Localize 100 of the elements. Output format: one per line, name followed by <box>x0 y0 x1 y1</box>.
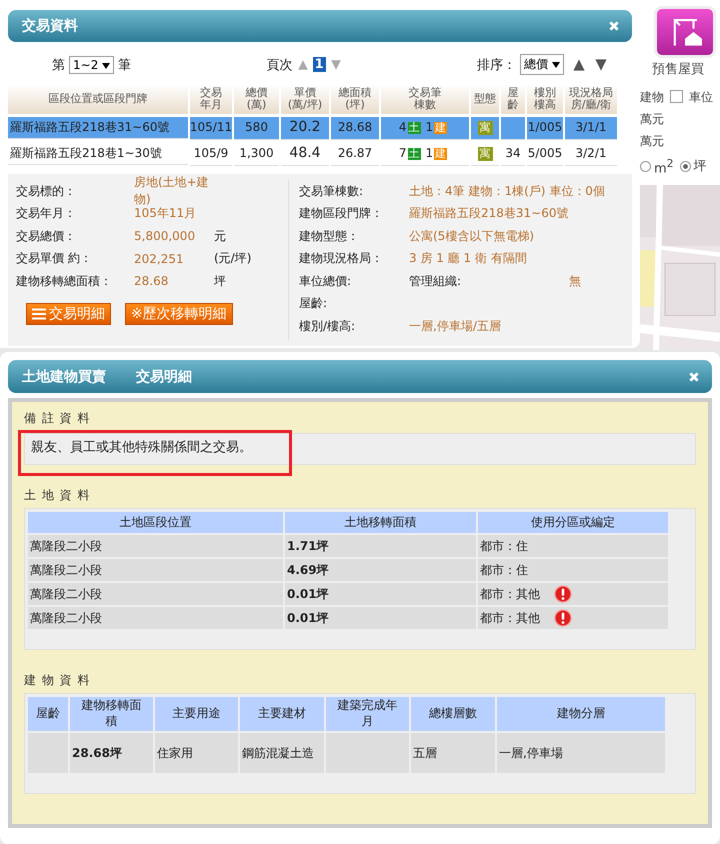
building-count: 1 <box>426 121 434 135</box>
column-header: 土地區段位置 <box>28 512 283 533</box>
detail-value: 5,800,000 <box>134 229 196 244</box>
table-cell: 萬隆段二小段 <box>28 607 283 629</box>
close-icon[interactable] <box>608 20 620 32</box>
detail-label: 建物區段門牌： <box>299 205 384 222</box>
section-heading: 備 註 資 料 <box>24 410 92 427</box>
detail-unit: (元/坪) <box>214 250 252 268</box>
detail-value: 無 <box>569 272 581 290</box>
sort-descending-icon[interactable] <box>594 58 608 72</box>
table-cell: 萬隆段二小段 <box>28 535 283 557</box>
table-cell[interactable]: 羅斯福路五段218巷1~30號 <box>8 143 188 165</box>
app-button[interactable] <box>654 6 716 58</box>
column-header[interactable]: 型態 <box>471 84 499 114</box>
detail-value: 一層,停車場/五層 <box>409 318 501 335</box>
table-cell: 萬隆段二小段 <box>28 559 283 581</box>
table-cell: 5/005 <box>527 143 563 166</box>
detail-value: 105年11月 <box>134 205 198 222</box>
detail-value: 28.68 <box>134 274 170 288</box>
detail-label: 建物移轉總面積： <box>16 272 113 290</box>
unit-label: 萬元 <box>640 112 665 126</box>
sort-label: 排序： <box>477 56 516 74</box>
table-cell: 26.87 <box>331 143 379 166</box>
table-cell: 48.4 <box>281 143 329 166</box>
detail-label: 車位總價: <box>299 272 352 290</box>
detail-label: 交易筆棟數: <box>299 182 364 200</box>
window-title: 土地建物買賣 <box>22 368 106 386</box>
building-tag: 建 <box>434 148 448 160</box>
table-cell: 0.01坪 <box>285 607 476 629</box>
table-cell: 鋼筋混凝土造 <box>240 733 324 773</box>
detail-label: 樓別/樓高: <box>299 318 356 335</box>
page-number[interactable]: 1 <box>312 57 326 72</box>
detail-label: 管理組織: <box>409 272 462 290</box>
table-cell: 3/1/1 <box>565 117 617 140</box>
column-header[interactable]: 現況格局房/廳/衛 <box>565 84 617 114</box>
window-title: 交易明細 <box>136 368 192 386</box>
caret-icon <box>552 62 560 68</box>
detail-label: 交易總價： <box>16 228 77 245</box>
column-header: 總樓層數 <box>411 697 495 731</box>
detail-label: 交易單價 約： <box>16 250 93 268</box>
detail-value: 土地：4筆 建物：1棟(戶) 車位：0個 <box>409 182 605 200</box>
column-header: 建物分層 <box>497 697 665 731</box>
zoning-text: 都市：住 <box>480 562 528 578</box>
unit-label: 萬元 <box>640 134 665 149</box>
detail-label: 建物現況格局： <box>299 250 384 268</box>
detail-label: 屋齡: <box>299 295 328 312</box>
type-tag: 寓 <box>478 120 492 136</box>
column-header[interactable]: 區段位置或區段門牌 <box>8 84 188 114</box>
detail-label: 交易年月： <box>16 205 77 222</box>
window-title: 交易資料 <box>22 17 78 35</box>
menu-icon <box>32 308 46 320</box>
building-tag: 建 <box>434 122 448 134</box>
table-cell: 105/9 <box>190 143 232 166</box>
detail-unit: 元 <box>214 228 226 245</box>
land-count: 4 <box>398 121 406 135</box>
range-suffix: 筆 <box>118 56 132 74</box>
sort-select[interactable]: 總價 <box>520 54 564 75</box>
filter-checkbox[interactable]: 車位 <box>670 90 713 104</box>
app-label[interactable]: 預售屋買 <box>652 62 720 78</box>
column-header[interactable]: 交易筆棟數 <box>381 84 469 114</box>
building-count: 1 <box>426 147 434 161</box>
table-cell: 住家用 <box>155 733 238 773</box>
column-header[interactable]: 樓別樓高 <box>527 84 563 114</box>
close-icon[interactable] <box>688 370 700 382</box>
table-cell: 1,300 <box>234 143 279 166</box>
alert-icon[interactable] <box>554 585 572 603</box>
column-header[interactable]: 單價(萬/坪) <box>281 84 329 114</box>
column-header: 土地移轉面積 <box>285 512 476 533</box>
table-cell[interactable]: 羅斯福路五段218巷31~60號 <box>8 117 188 139</box>
table-cell: 一層,停車場 <box>497 733 665 773</box>
type-tag: 寓 <box>478 146 492 162</box>
column-header[interactable]: 總價(萬) <box>234 84 279 114</box>
remark-text: 親友、員工或其他特殊關係間之交易。 <box>31 440 252 455</box>
area-unit-radio[interactable]: 坪 <box>680 158 707 175</box>
land-tag: 土 <box>408 148 420 160</box>
table-cell: 4.69坪 <box>285 559 476 581</box>
column-header[interactable]: 屋齡 <box>501 84 525 114</box>
detail-value: 202,251 <box>134 252 185 266</box>
caret-icon <box>102 62 110 68</box>
sort-ascending-icon[interactable] <box>572 58 586 72</box>
alert-icon[interactable] <box>554 609 572 627</box>
table-cell: 萬隆段二小段 <box>28 583 283 605</box>
column-header: 建築完成年月 <box>326 697 409 731</box>
table-cell: 34 <box>501 143 525 166</box>
column-header[interactable]: 交易年月 <box>190 84 232 114</box>
detail-value: 3 房 1 廳 1 衛 有隔間 <box>409 250 527 268</box>
range-select[interactable]: 1~2 <box>69 56 114 74</box>
detail-value: 公寓(5樓含以下無電梯) <box>409 228 534 245</box>
table-cell: 580 <box>234 117 279 140</box>
zoning-text: 都市：其他 <box>480 610 540 626</box>
area-unit-radio[interactable]: m$^{2}$ <box>640 156 674 177</box>
land-count: 7 <box>398 147 406 161</box>
column-header: 建物移轉面積 <box>70 697 153 731</box>
table-cell <box>501 117 525 140</box>
table-cell: 3/2/1 <box>565 143 617 166</box>
column-header[interactable]: 總面積(坪) <box>331 84 379 114</box>
detail-label: 交易標的： <box>16 182 77 200</box>
table-cell: 0.01坪 <box>285 583 476 605</box>
zoning-text: 都市：住 <box>480 538 528 554</box>
page-label: 頁次 <box>266 56 293 74</box>
